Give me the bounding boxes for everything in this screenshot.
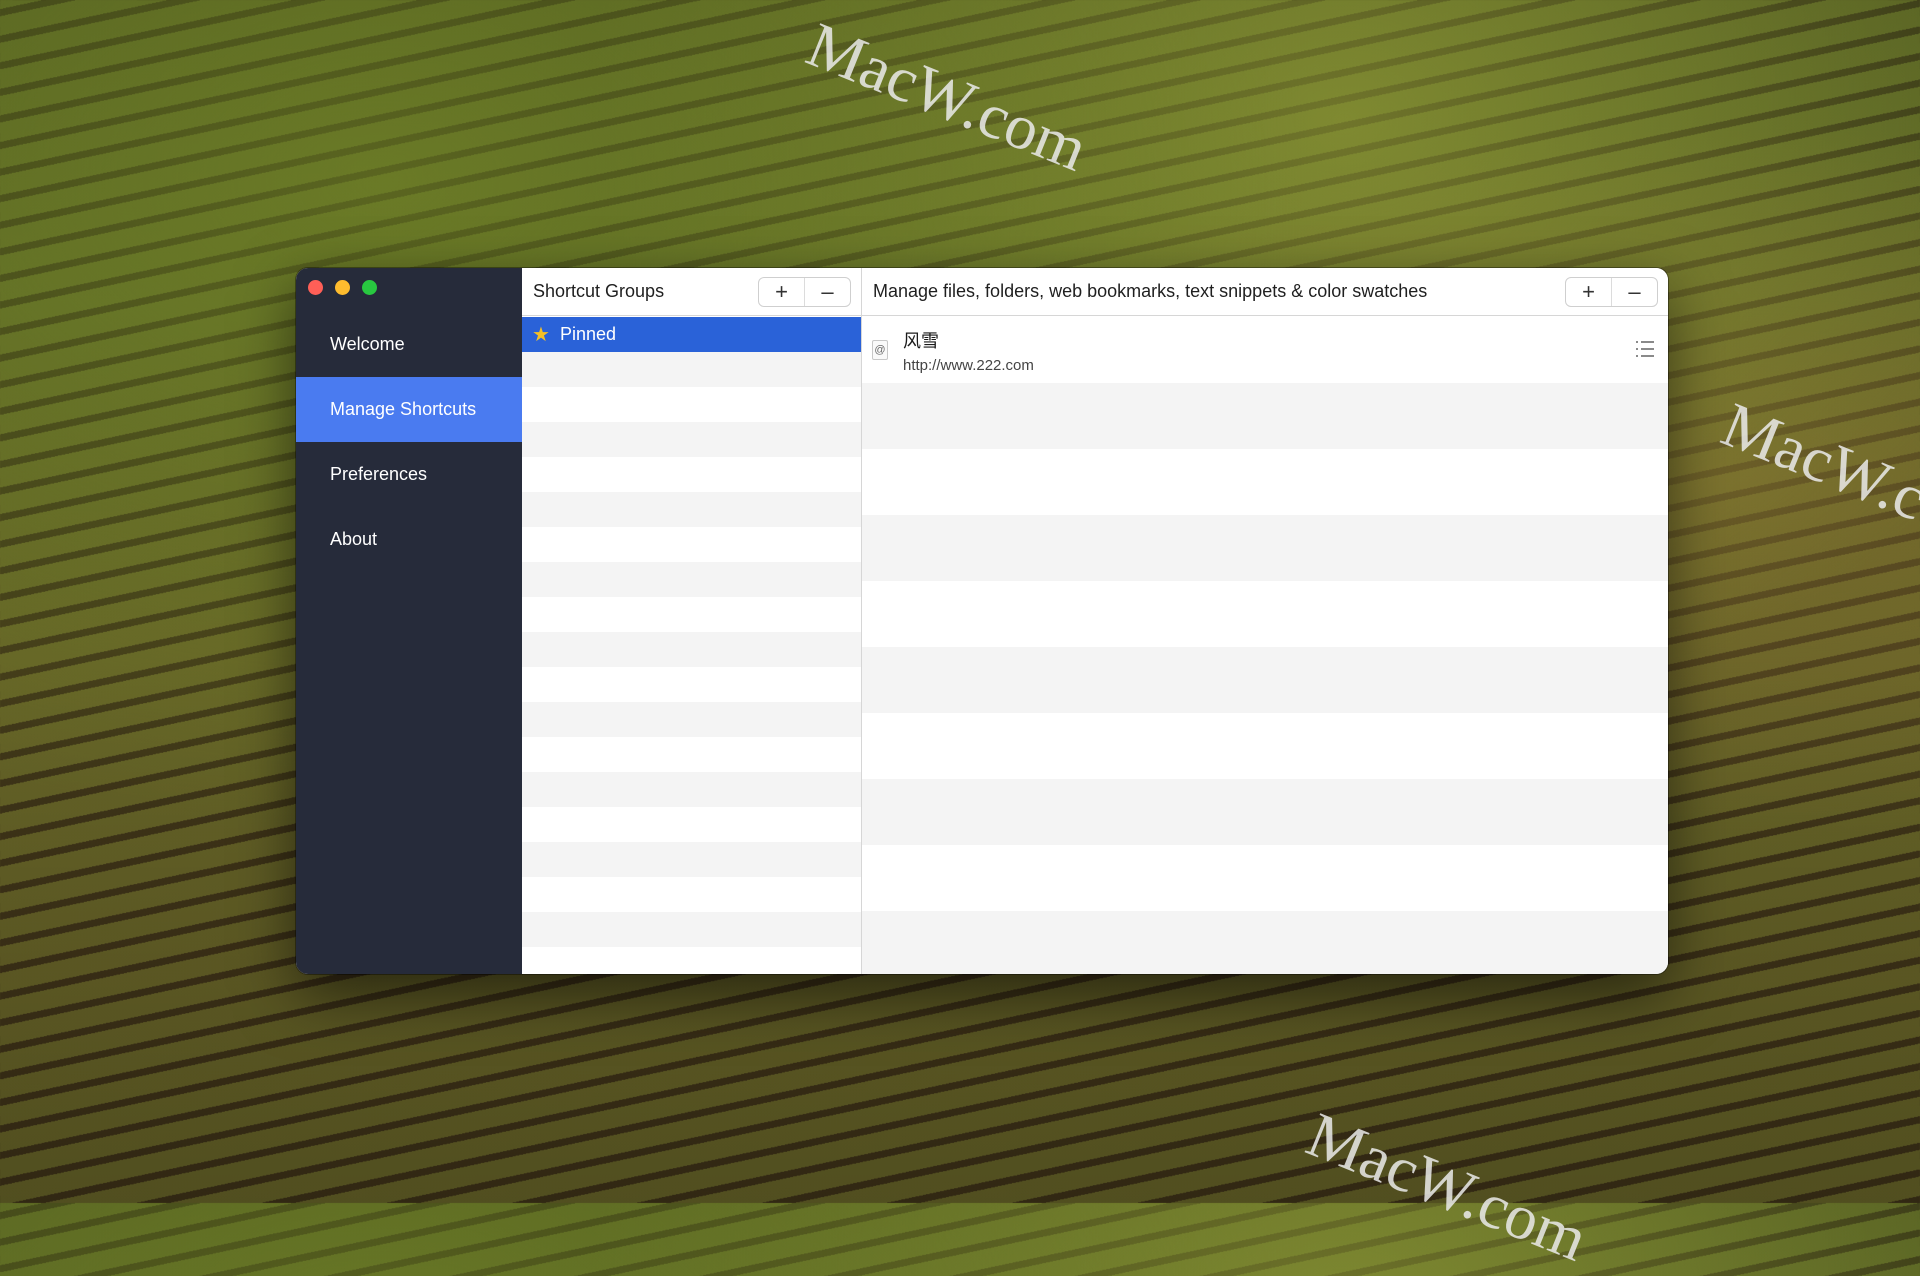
sidebar-item-welcome[interactable]: Welcome — [296, 312, 522, 377]
minimize-window-button[interactable] — [335, 280, 350, 295]
sidebar: Welcome Manage Shortcuts Preferences Abo… — [296, 268, 522, 974]
watermark: MacW.com — [797, 8, 1098, 185]
shortcut-name: 风雪 — [903, 330, 939, 352]
close-window-button[interactable] — [308, 280, 323, 295]
bookmark-icon: @ — [872, 340, 888, 360]
shortcuts-title: Manage files, folders, web bookmarks, te… — [873, 281, 1428, 301]
sidebar-nav: Welcome Manage Shortcuts Preferences Abo… — [296, 312, 522, 572]
shortcuts-add-remove-control: + – — [1565, 276, 1658, 307]
group-item-pinned[interactable]: ★ Pinned — [522, 317, 861, 352]
remove-shortcut-button[interactable]: – — [1611, 277, 1657, 306]
app-window: Welcome Manage Shortcuts Preferences Abo… — [296, 268, 1668, 974]
sidebar-item-label: Welcome — [330, 334, 405, 354]
groups-title: Shortcut Groups — [533, 281, 665, 301]
groups-list[interactable]: ★ Pinned — [522, 317, 861, 974]
groups-header: Shortcut Groups + – — [522, 268, 861, 316]
zoom-window-button[interactable] — [362, 280, 377, 295]
shortcut-url: http://www.222.com — [903, 356, 1034, 374]
remove-group-button[interactable]: – — [804, 277, 850, 306]
list-options-icon[interactable] — [1636, 341, 1654, 357]
shortcuts-header: Manage files, folders, web bookmarks, te… — [862, 268, 1668, 316]
star-icon: ★ — [532, 324, 550, 346]
sidebar-item-about[interactable]: About — [296, 507, 522, 572]
sidebar-item-preferences[interactable]: Preferences — [296, 442, 522, 507]
shortcut-text: 风雪 http://www.222.com — [903, 327, 1034, 374]
group-label: Pinned — [559, 324, 616, 344]
watermark: MacW.com — [1712, 388, 1920, 565]
list-item[interactable]: @ 风雪 http://www.222.com — [862, 317, 1668, 383]
add-group-button[interactable]: + — [759, 278, 804, 306]
shortcut-groups-panel: Shortcut Groups + – ★ Pinned — [522, 268, 862, 974]
add-shortcut-button[interactable]: + — [1566, 278, 1611, 306]
sidebar-item-manage-shortcuts[interactable]: Manage Shortcuts — [296, 377, 522, 442]
groups-add-remove-control: + – — [758, 276, 851, 307]
sidebar-item-label: About — [330, 529, 378, 549]
shortcuts-list[interactable]: @ 风雪 http://www.222.com — [862, 317, 1668, 974]
sidebar-item-label: Preferences — [330, 464, 428, 484]
shortcuts-panel: Manage files, folders, web bookmarks, te… — [862, 268, 1668, 974]
sidebar-item-label: Manage Shortcuts — [330, 399, 477, 419]
window-controls — [308, 280, 377, 295]
watermark: MacW.com — [1297, 1098, 1598, 1275]
